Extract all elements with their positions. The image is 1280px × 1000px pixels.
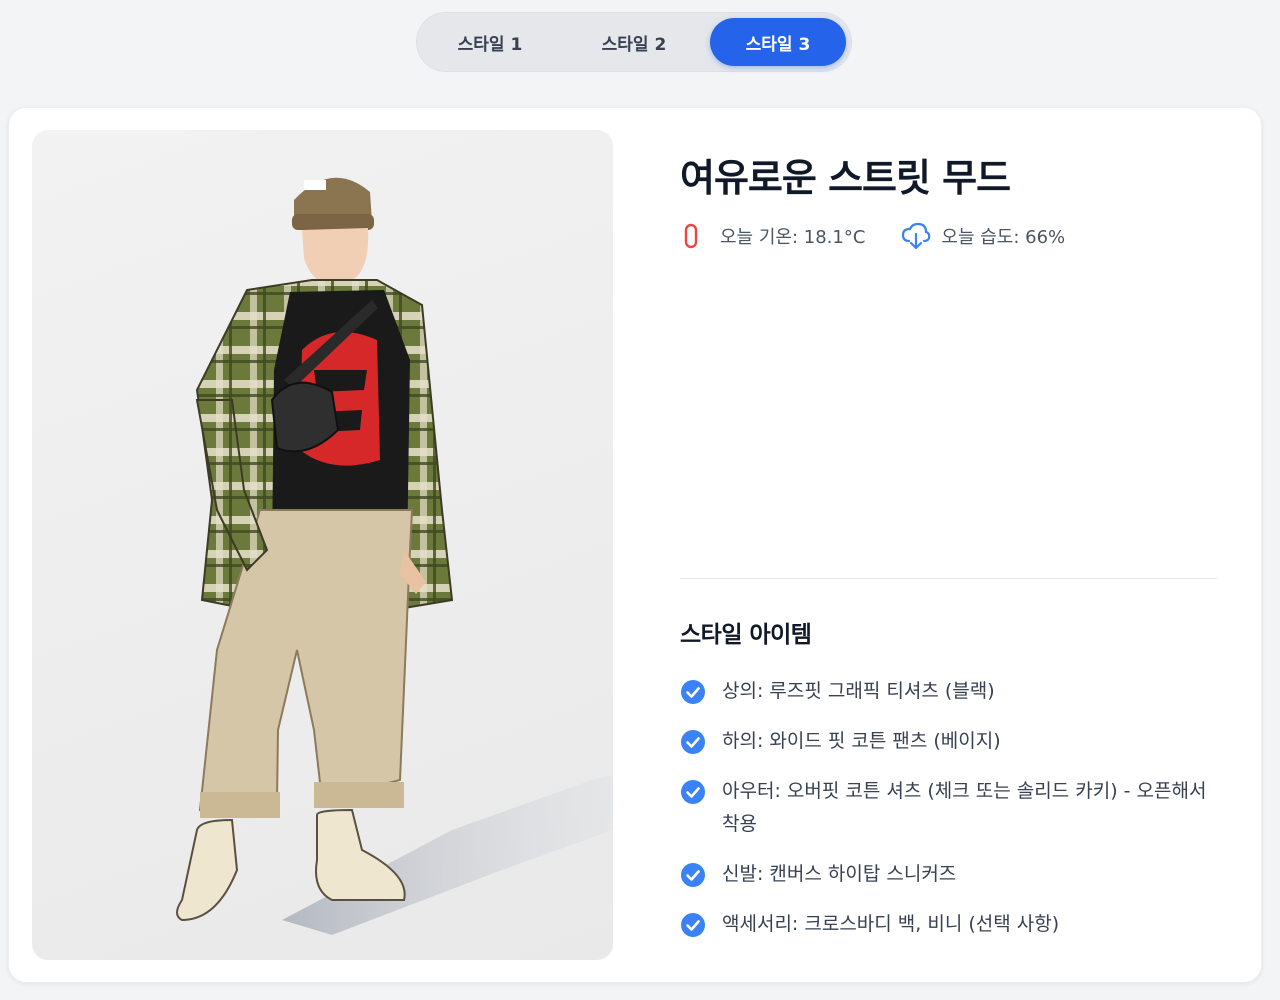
outfit-info: 여유로운 스트릿 무드 오늘 기온: 18.1°C 오늘 습도: 66% [680, 154, 1217, 252]
section-divider [680, 578, 1217, 579]
thermometer-icon [680, 222, 702, 250]
check-circle-icon [680, 779, 706, 805]
temperature-text: 오늘 기온: 18.1°C [720, 227, 866, 248]
style-items-heading: 스타일 아이템 [680, 622, 812, 648]
check-circle-icon [680, 862, 706, 888]
item-text: 아우터: 오버핏 코튼 셔츠 (체크 또는 솔리드 카키) - 오픈해서 착용 [722, 780, 1207, 835]
check-circle-icon [680, 729, 706, 755]
tab-style-3[interactable]: 스타일 3 [710, 18, 846, 66]
temperature-info: 오늘 기온: 18.1°C [680, 222, 865, 250]
style-tab-bar: 스타일 1 스타일 2 스타일 3 [416, 12, 852, 72]
item-text: 액세서리: 크로스바디 백, 비니 (선택 사항) [722, 913, 1060, 935]
item-text: 신발: 캔버스 하이탑 스니커즈 [722, 863, 957, 885]
outfit-title: 여유로운 스트릿 무드 [680, 156, 1011, 200]
tab-style-1[interactable]: 스타일 1 [422, 18, 558, 66]
list-item: 하의: 와이드 핏 코튼 팬츠 (베이지) [680, 725, 1217, 758]
weather-row: 오늘 기온: 18.1°C 오늘 습도: 66% [680, 220, 1217, 252]
list-item: 신발: 캔버스 하이탑 스니커즈 [680, 858, 1217, 891]
cloud-download-icon [901, 222, 931, 250]
style-items-list: 상의: 루즈핏 그래픽 티셔츠 (블랙) 하의: 와이드 핏 코튼 팬츠 (베이… [680, 675, 1217, 941]
humidity-text: 오늘 습도: 66% [941, 227, 1066, 248]
tab-style-2[interactable]: 스타일 2 [566, 18, 702, 66]
outfit-card: 여유로운 스트릿 무드 오늘 기온: 18.1°C 오늘 습도: 66% 스타일… [8, 107, 1262, 983]
outfit-illustration [32, 130, 613, 960]
style-items-section: 스타일 아이템 상의: 루즈핏 그래픽 티셔츠 (블랙) 하의: 와이드 핏 코… [680, 615, 1217, 958]
list-item: 상의: 루즈핏 그래픽 티셔츠 (블랙) [680, 675, 1217, 708]
list-item: 아우터: 오버핏 코튼 셔츠 (체크 또는 솔리드 카키) - 오픈해서 착용 [680, 775, 1217, 841]
list-item: 액세서리: 크로스바디 백, 비니 (선택 사항) [680, 908, 1217, 941]
humidity-info: 오늘 습도: 66% [901, 222, 1065, 250]
item-text: 상의: 루즈핏 그래픽 티셔츠 (블랙) [722, 680, 995, 702]
item-text: 하의: 와이드 핏 코튼 팬츠 (베이지) [722, 730, 1001, 752]
check-circle-icon [680, 679, 706, 705]
check-circle-icon [680, 912, 706, 938]
